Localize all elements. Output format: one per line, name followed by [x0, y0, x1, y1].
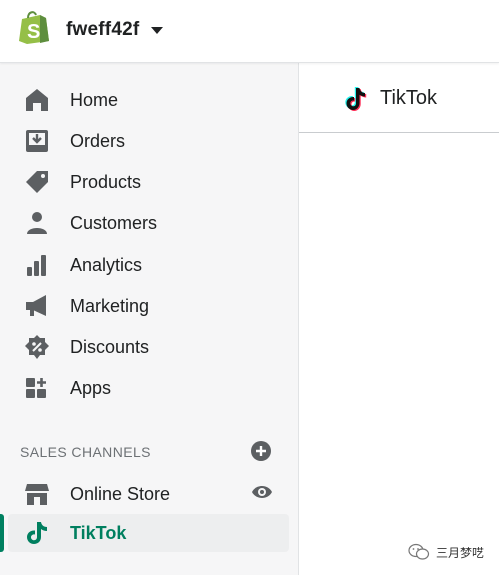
home-icon: [26, 89, 48, 111]
sidebar-item-customers[interactable]: Customers: [8, 204, 289, 242]
sidebar-item-label: Apps: [70, 377, 112, 398]
top-bar: S fweff42f: [0, 0, 499, 63]
page-title: TikTok: [380, 87, 438, 109]
sidebar-item-discounts[interactable]: Discounts: [8, 328, 289, 366]
tiktok-icon: [345, 87, 367, 111]
orders-icon: [26, 130, 48, 152]
person-icon: [27, 212, 47, 234]
active-indicator: [0, 514, 4, 552]
sidebar-item-label: TikTok: [70, 522, 127, 543]
tag-icon: [26, 171, 48, 193]
plus-circle-icon[interactable]: [251, 441, 271, 461]
sidebar-item-label: Marketing: [70, 295, 150, 316]
sidebar-item-label: Orders: [70, 130, 126, 151]
sidebar-item-label: Home: [70, 89, 119, 110]
sidebar: Home Orders Products Customers Analytics: [0, 63, 299, 575]
discount-badge-icon: [25, 335, 49, 359]
page-header: TikTok: [299, 63, 499, 133]
tiktok-icon: [27, 522, 47, 544]
svg-text:S: S: [27, 21, 40, 43]
sidebar-item-label: Products: [70, 171, 142, 192]
bar-chart-icon: [27, 255, 46, 276]
storefront-icon: [25, 484, 49, 505]
sidebar-item-label: Analytics: [70, 254, 143, 275]
sidebar-item-label: Customers: [70, 212, 158, 233]
sidebar-item-label: Online Store: [70, 483, 171, 504]
sidebar-item-apps[interactable]: Apps: [8, 369, 289, 407]
watermark-text: 三月梦呓: [436, 545, 485, 560]
caret-down-icon: [151, 26, 164, 34]
watermark: 三月梦呓: [408, 543, 484, 561]
store-name: fweff42f: [66, 19, 140, 40]
sidebar-item-products[interactable]: Products: [8, 163, 289, 201]
sidebar-item-home[interactable]: Home: [8, 81, 289, 119]
sidebar-item-online-store[interactable]: Online Store: [8, 475, 289, 513]
apps-grid-icon: [26, 378, 46, 398]
sidebar-item-analytics[interactable]: Analytics: [8, 246, 289, 284]
sidebar-item-label: Discounts: [70, 336, 150, 357]
sales-channels-heading: SALES CHANNELS: [20, 444, 151, 460]
main-content: TikTok: [299, 63, 499, 575]
sidebar-item-orders[interactable]: Orders: [8, 122, 289, 160]
megaphone-icon: [26, 295, 46, 316]
eye-icon[interactable]: [251, 483, 273, 501]
sidebar-item-marketing[interactable]: Marketing: [8, 287, 289, 325]
sidebar-item-tiktok[interactable]: TikTok: [8, 514, 289, 552]
store-switcher[interactable]: fweff42f: [66, 16, 164, 44]
wechat-icon: [408, 543, 430, 560]
shopify-bag-icon[interactable]: S: [18, 10, 50, 44]
